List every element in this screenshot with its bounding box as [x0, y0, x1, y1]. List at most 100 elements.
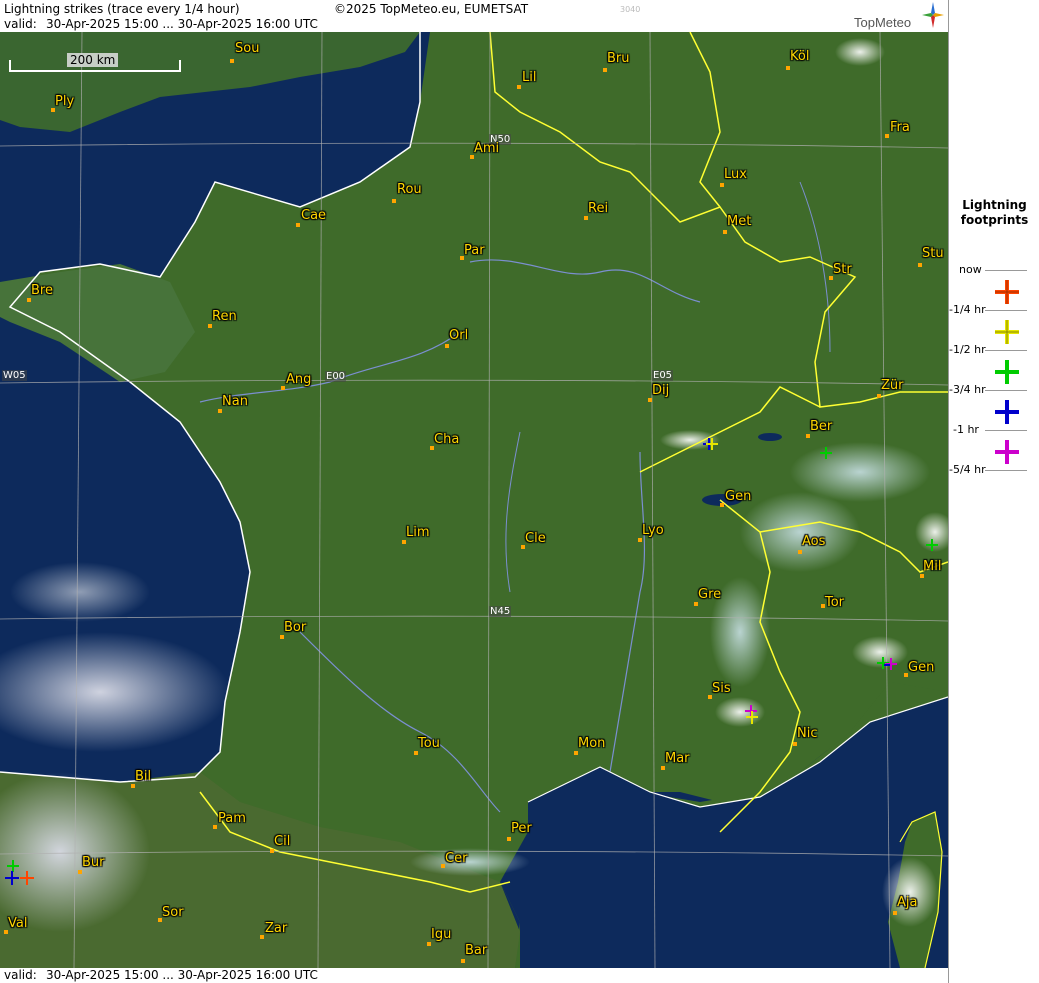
lightning-strike-marker — [820, 447, 832, 459]
legend-row-half: -1/2 hr — [949, 342, 1039, 384]
city-label: Cle — [525, 531, 546, 546]
city-label: Pam — [218, 811, 246, 826]
city-label: Mil — [923, 559, 942, 574]
city-label: Bru — [607, 51, 630, 66]
footer-bar: valid: 30-Apr-2025 15:00 ... 30-Apr-2025… — [0, 968, 948, 983]
city-label: Val — [8, 916, 28, 931]
city-label: Per — [511, 821, 532, 836]
city-label: Zür — [881, 378, 904, 393]
city-label: Zar — [265, 921, 288, 936]
lightning-strike-marker — [703, 438, 718, 450]
city-label: Dij — [652, 383, 670, 398]
city-label: Stu — [922, 246, 944, 261]
map-canvas — [0, 32, 948, 968]
city-label: Cer — [445, 851, 468, 866]
legend-label: -1 hr — [953, 423, 979, 436]
city-label: Gre — [698, 587, 722, 602]
legend-label: -5/4 hr — [949, 463, 986, 476]
lightning-strike-marker — [5, 860, 34, 885]
legend-title: Lightning footprints — [949, 198, 1039, 228]
scale-bar: 200 km — [9, 53, 181, 72]
city-label: Sor — [162, 905, 184, 920]
city-label: Gen — [725, 489, 752, 504]
city-label: Cae — [301, 208, 327, 223]
city-label: Ang — [286, 372, 312, 387]
city-label: Rei — [588, 201, 609, 216]
city-label: Cha — [434, 432, 460, 447]
city-label: Met — [727, 214, 752, 229]
satellite-map[interactable]: 200 km N50 N45 W05 E00 E05 Sou Ply Lil B… — [0, 32, 948, 968]
city-label: Ren — [212, 309, 237, 324]
topmeteo-logo[interactable]: TopMeteo — [852, 2, 946, 32]
map-title: Lightning strikes (trace every 1/4 hour) — [4, 2, 240, 16]
city-label: Köl — [790, 49, 810, 64]
legend-divider — [985, 430, 1027, 431]
city-label: Gen — [908, 660, 935, 675]
city-label: Aja — [897, 895, 918, 910]
legend-label: -3/4 hr — [949, 383, 986, 396]
city-label: Str — [833, 262, 852, 277]
scale-tick-right — [179, 60, 181, 72]
compass-star-icon — [922, 2, 944, 28]
grid-label-e00: E00 — [325, 371, 347, 382]
city-label: Bre — [31, 283, 53, 298]
city-label: Fra — [890, 120, 910, 135]
legend-divider — [985, 350, 1027, 351]
scale-tick-left — [9, 60, 11, 72]
legend-label: now — [959, 263, 982, 276]
city-label: Ami — [474, 141, 500, 156]
city-label: Ber — [810, 419, 833, 434]
city-label: Tor — [825, 595, 845, 610]
city-label: Bar — [465, 943, 488, 958]
footer-valid-range: 30-Apr-2025 15:00 ... 30-Apr-2025 16:00 … — [46, 968, 318, 982]
legend-row-one-hour: -1 hr — [949, 422, 1039, 464]
lightning-strike-marker — [745, 705, 758, 724]
copyright: ©2025 TopMeteo.eu, EUMETSAT — [334, 2, 529, 16]
grid-label-w05: W05 — [2, 370, 27, 381]
city-label: Bor — [284, 620, 307, 635]
city-label: Lux — [724, 167, 747, 182]
valid-range: 30-Apr-2025 15:00 ... 30-Apr-2025 16:00 … — [46, 17, 318, 31]
legend-divider — [985, 390, 1027, 391]
city-label: Nic — [797, 726, 818, 741]
legend-row-quarter: -1/4 hr — [949, 302, 1039, 344]
legend-divider — [985, 310, 1027, 311]
image-code: 3040 — [620, 5, 641, 14]
lightning-strike-marker — [877, 657, 897, 670]
city-label: Ply — [55, 94, 75, 109]
city-label: Nan — [222, 394, 248, 409]
city-label: Cil — [274, 834, 291, 849]
city-label: Tou — [418, 736, 440, 751]
lightning-strike-marker — [926, 539, 938, 551]
grid-label-n45: N45 — [489, 606, 512, 617]
legend-label: -1/2 hr — [949, 343, 986, 356]
city-label: Par — [464, 243, 485, 258]
scale-bar-line — [9, 70, 181, 72]
city-label: Bil — [135, 769, 152, 784]
header-bar: Lightning strikes (trace every 1/4 hour)… — [0, 0, 948, 32]
city-label: Aos — [802, 534, 826, 549]
valid-prefix: valid: — [4, 17, 37, 31]
city-label: Lil — [522, 70, 537, 85]
legend-divider — [985, 270, 1027, 271]
footer-valid-prefix: valid: — [4, 968, 37, 982]
logo-text: TopMeteo — [854, 15, 912, 30]
legend-row-three-quarter: -3/4 hr — [949, 382, 1039, 424]
legend-title-line1: Lightning — [962, 198, 1027, 212]
legend-row-five-quarter: -5/4 hr — [949, 462, 1039, 502]
grid-label-e05: E05 — [652, 370, 674, 381]
legend-title-line2: footprints — [960, 213, 1029, 227]
city-label: Lim — [406, 525, 430, 540]
city-label: Orl — [449, 328, 469, 343]
city-label: Lyo — [642, 523, 664, 538]
city-label: Sis — [712, 681, 731, 696]
legend-divider — [985, 470, 1027, 471]
city-label: Mar — [665, 751, 690, 766]
city-label: Igu — [431, 927, 452, 942]
legend-row-now: now — [949, 262, 1039, 304]
legend-label: -1/4 hr — [949, 303, 986, 316]
scale-label: 200 km — [67, 53, 119, 67]
city-label: Rou — [397, 182, 422, 197]
city-label: Mon — [578, 736, 606, 751]
city-label: Bur — [82, 855, 105, 870]
